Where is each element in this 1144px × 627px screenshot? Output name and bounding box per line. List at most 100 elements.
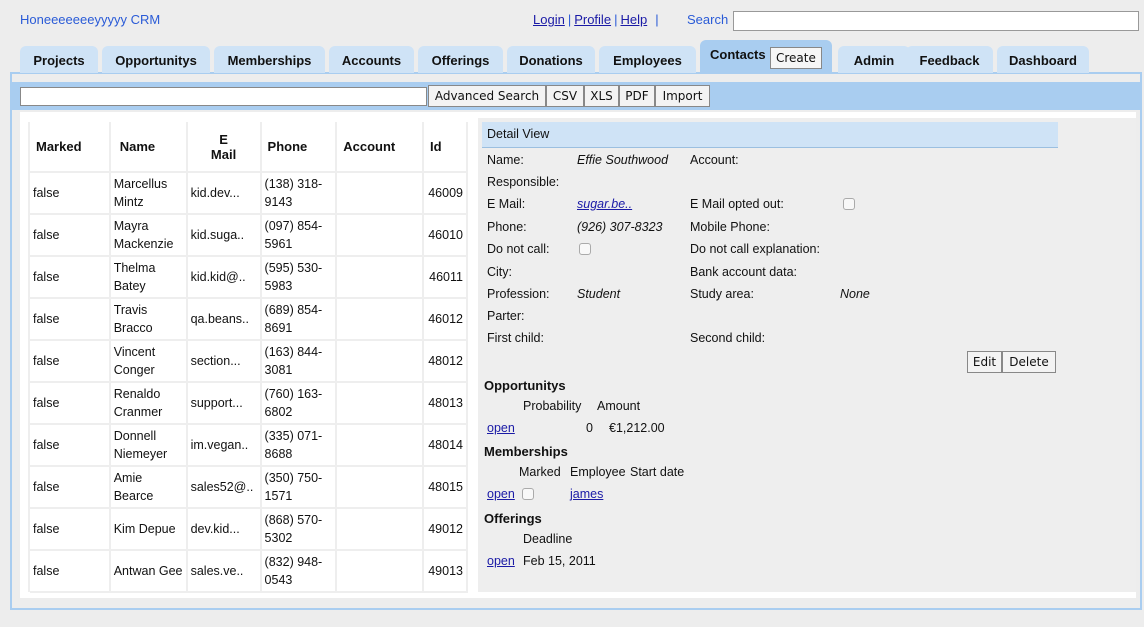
- account-label: Account:: [690, 153, 739, 167]
- cell-name: Amie Bearce: [109, 466, 188, 509]
- cell-account: [336, 172, 424, 215]
- name-value: Effie Southwood: [577, 153, 669, 167]
- cell-phone: (138) 318-9143: [260, 172, 338, 215]
- help-link[interactable]: Help: [620, 12, 647, 27]
- profile-link[interactable]: Profile: [574, 12, 611, 27]
- membership-marked-checkbox[interactable]: [522, 488, 534, 500]
- table-row[interactable]: false Antwan Gee sales.ve.. (832) 948-0543 4…: [30, 550, 469, 593]
- do-not-call-checkbox[interactable]: [579, 243, 591, 255]
- pdf-button[interactable]: PDF: [619, 85, 655, 107]
- col-name[interactable]: Name: [109, 122, 188, 173]
- tab-projects[interactable]: Projects: [20, 46, 98, 73]
- memberships-section-title: Memberships: [484, 444, 568, 459]
- membership-open-link[interactable]: open: [487, 487, 515, 501]
- table-row[interactable]: false Amie Bearce sales52@.. (350) 750-1571…: [30, 466, 469, 509]
- deadline-value: Feb 15, 2011: [523, 554, 596, 568]
- cell-id: 49012: [422, 508, 469, 551]
- cell-name: Travis Bracco: [109, 298, 188, 341]
- tab-memberships[interactable]: Memberships: [214, 46, 325, 73]
- cell-name: Mayra Mackenzie: [109, 214, 188, 257]
- phone-value: (926) 307-8323: [577, 220, 663, 234]
- city-label: City:: [487, 265, 512, 279]
- cell-email: sales.ve..: [186, 550, 262, 593]
- advanced-search-button[interactable]: Advanced Search: [428, 85, 546, 107]
- tab-offerings[interactable]: Offerings: [418, 46, 503, 73]
- cell-name: Antwan Gee: [109, 550, 188, 593]
- cell-account: [336, 256, 424, 299]
- list-search-input[interactable]: [20, 87, 427, 106]
- cell-account: [336, 550, 424, 593]
- tab-dashboard[interactable]: Dashboard: [997, 46, 1089, 73]
- cell-phone: (595) 530-5983: [260, 256, 338, 299]
- tab-admin[interactable]: Admin: [838, 46, 910, 73]
- cell-marked: false: [30, 256, 111, 299]
- delete-button[interactable]: Delete: [1002, 351, 1056, 373]
- table-row[interactable]: false Travis Bracco qa.beans.. (689) 854-86…: [30, 298, 469, 341]
- xls-button[interactable]: XLS: [584, 85, 619, 107]
- cell-id: 49013: [422, 550, 469, 593]
- cell-id: 46012: [422, 298, 469, 341]
- table-row[interactable]: false Donnell Niemeyer im.vegan.. (335) 071…: [30, 424, 469, 467]
- contacts-table: Marked Name E Mail Phone Account Id fals…: [30, 122, 469, 593]
- table-row[interactable]: false Renaldo Cranmer support... (760) 163-…: [30, 382, 469, 425]
- cell-name: Vincent Conger: [109, 340, 188, 383]
- create-button[interactable]: Create: [770, 47, 822, 69]
- cell-phone: (689) 854-8691: [260, 298, 338, 341]
- login-link[interactable]: Login: [533, 12, 565, 27]
- cell-id: 48013: [422, 382, 469, 425]
- marked-header: Marked: [519, 465, 561, 479]
- tab-donations[interactable]: Donations: [507, 46, 595, 73]
- offering-open-link[interactable]: open: [487, 554, 515, 568]
- tab-feedback[interactable]: Feedback: [906, 46, 993, 73]
- col-phone[interactable]: Phone: [260, 122, 338, 173]
- col-marked[interactable]: Marked: [30, 122, 111, 173]
- cell-phone: (350) 750-1571: [260, 466, 338, 509]
- tab-opportunitys[interactable]: Opportunitys: [102, 46, 210, 73]
- cell-email: support...: [186, 382, 262, 425]
- profession-label: Profession:: [487, 287, 550, 301]
- csv-button[interactable]: CSV: [546, 85, 584, 107]
- tab-employees[interactable]: Employees: [599, 46, 696, 73]
- cell-name: Donnell Niemeyer: [109, 424, 188, 467]
- amount-header: Amount: [597, 399, 641, 413]
- table-row[interactable]: false Kim Depue dev.kid... (868) 570-5302 49…: [30, 508, 469, 551]
- start-date-header: Start date: [630, 465, 685, 479]
- tab-contacts[interactable]: Contacts Create: [700, 40, 832, 73]
- table-row[interactable]: false Mayra Mackenzie kid.suga.. (097) 854-…: [30, 214, 469, 257]
- edit-button[interactable]: Edit: [967, 351, 1002, 373]
- parter-label: Parter:: [487, 309, 525, 323]
- opportunity-open-link[interactable]: open: [487, 421, 515, 435]
- name-label: Name:: [487, 153, 524, 167]
- table-row[interactable]: false Marcellus Mintz kid.dev... (138) 318-…: [30, 172, 469, 215]
- cell-name: Renaldo Cranmer: [109, 382, 188, 425]
- profession-value: Student: [577, 287, 621, 301]
- opportunitys-section-title: Opportunitys: [484, 378, 566, 393]
- col-account[interactable]: Account: [336, 122, 424, 173]
- col-email[interactable]: E Mail: [186, 122, 262, 173]
- employee-link[interactable]: james: [570, 487, 603, 501]
- cell-marked: false: [30, 424, 111, 467]
- cell-account: [336, 340, 424, 383]
- import-button[interactable]: Import: [655, 85, 710, 107]
- cell-phone: (868) 570-5302: [260, 508, 338, 551]
- do-not-call-label: Do not call:: [487, 242, 550, 256]
- cell-id: 48015: [422, 466, 469, 509]
- amount-value: €1,212.00: [609, 421, 665, 435]
- detail-view-title: Detail View: [482, 122, 1058, 148]
- table-row[interactable]: false Thelma Batey kid.kid@.. (595) 530-598…: [30, 256, 469, 299]
- do-not-call-explanation-label: Do not call explanation:: [690, 242, 820, 256]
- first-child-label: First child:: [487, 331, 544, 345]
- col-id[interactable]: Id: [422, 122, 469, 173]
- cell-marked: false: [30, 382, 111, 425]
- email-link[interactable]: sugar.be..: [577, 197, 632, 211]
- search-label: Search: [687, 12, 729, 27]
- cell-marked: false: [30, 340, 111, 383]
- cell-email: kid.suga..: [186, 214, 262, 257]
- email-optout-checkbox[interactable]: [843, 198, 855, 210]
- col-email-label: E Mail: [210, 131, 237, 162]
- tab-contacts-label: Contacts: [710, 47, 766, 62]
- global-search-input[interactable]: [733, 11, 1139, 31]
- cell-marked: false: [30, 508, 111, 551]
- table-row[interactable]: false Vincent Conger section... (163) 844-3…: [30, 340, 469, 383]
- tab-accounts[interactable]: Accounts: [329, 46, 414, 73]
